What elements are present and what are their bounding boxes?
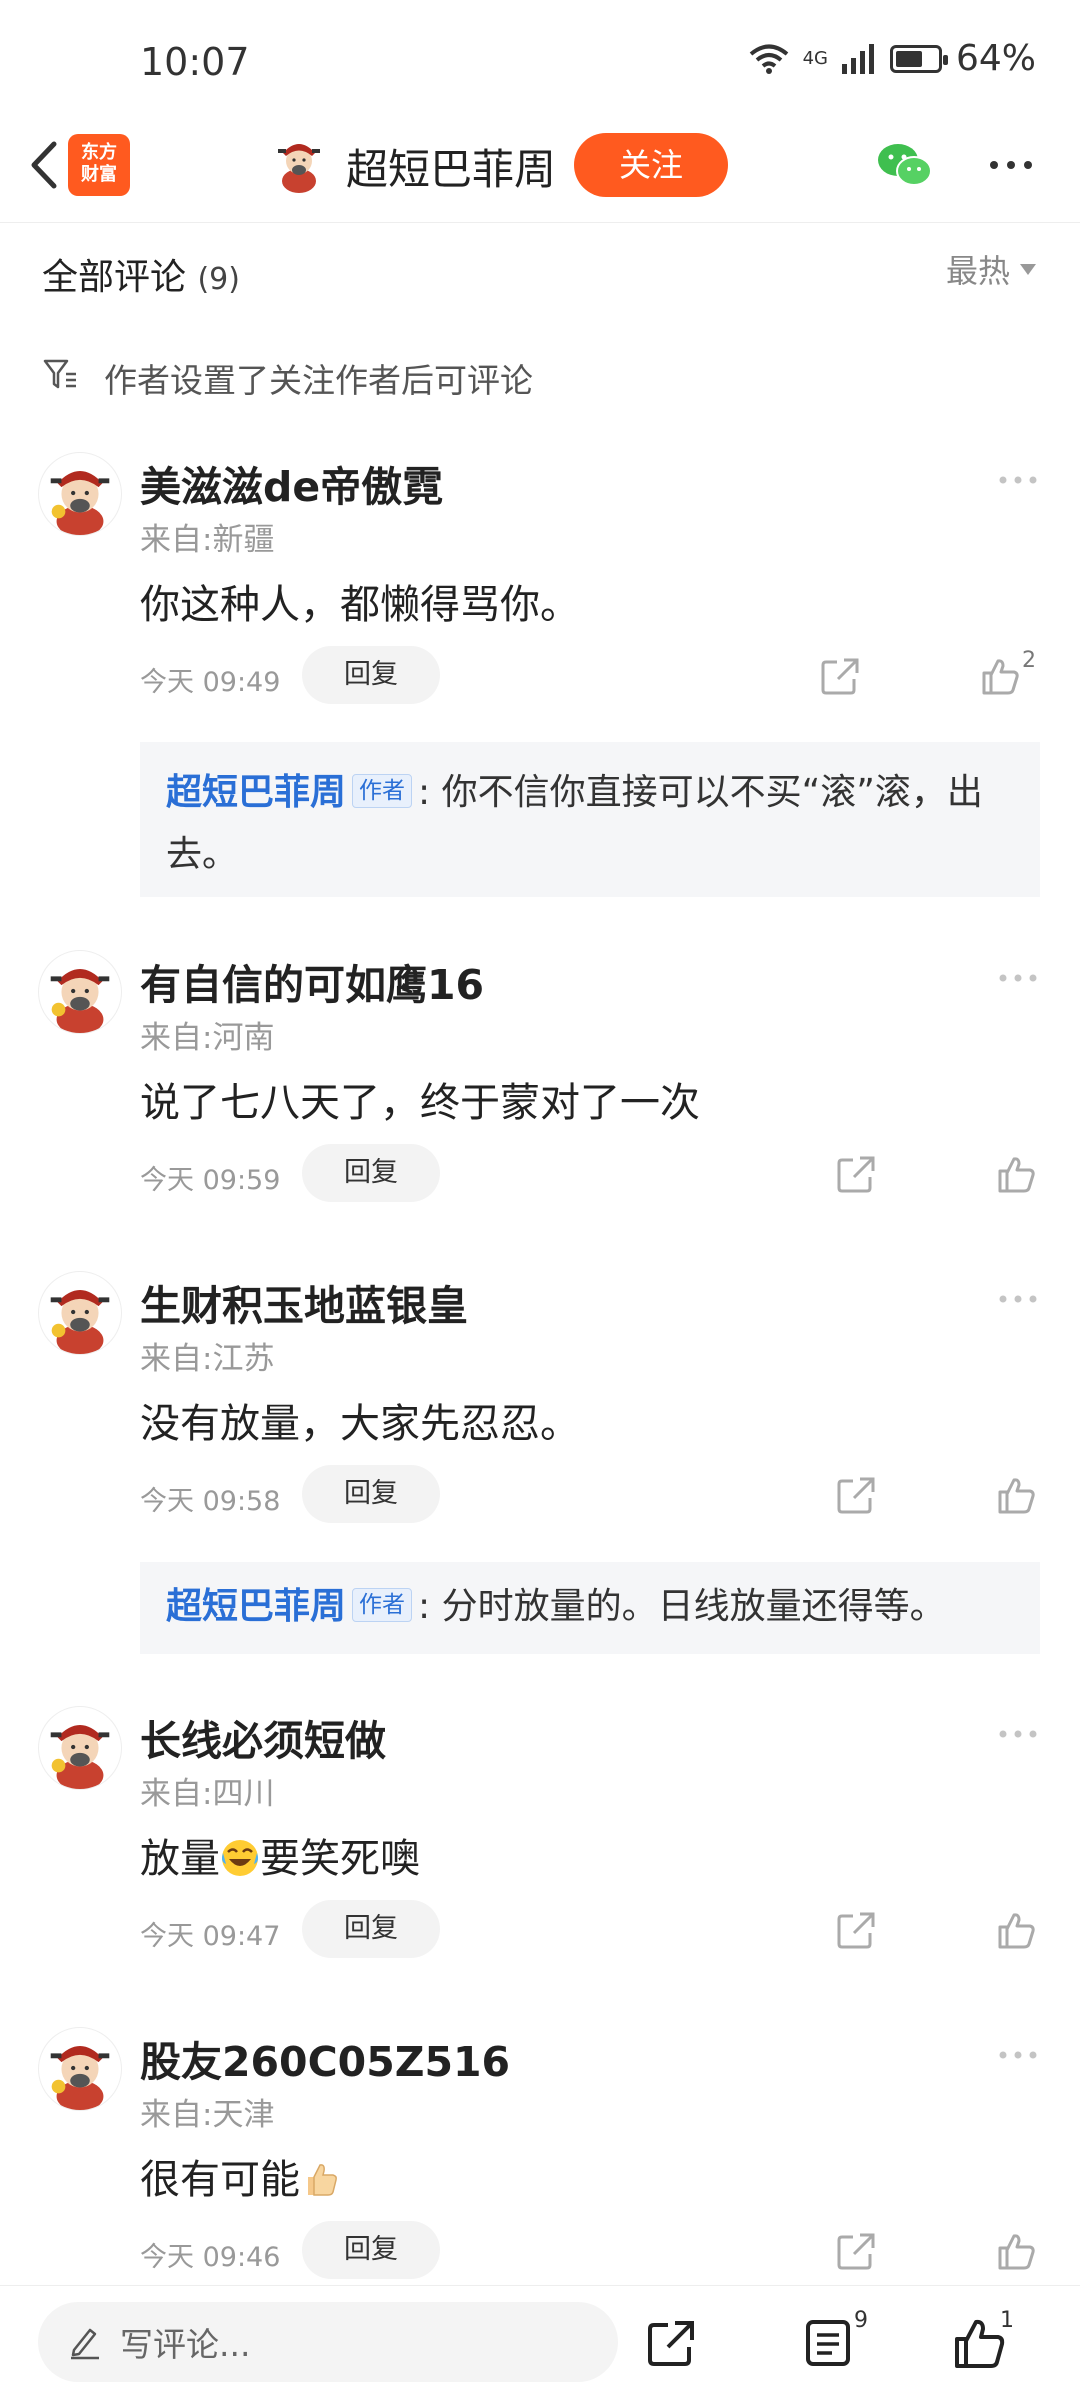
author-reply: 超短巴菲周 作者: 你不信你直接可以不买“滚”滚，出去。: [140, 742, 1040, 897]
write-comment-placeholder[interactable]: 写评论...: [120, 2318, 250, 2366]
comments-count-badge: 9: [854, 2308, 868, 2333]
comment-text-part: 很有可能: [140, 2157, 300, 2203]
like-icon[interactable]: [952, 2316, 1006, 2370]
comment-count: (9): [197, 262, 240, 297]
author-badge: 作者: [352, 774, 413, 808]
comment-text: 放量 要笑死噢: [140, 1826, 420, 1884]
author-badge: 作者: [352, 1588, 413, 1622]
share-icon[interactable]: [820, 656, 860, 696]
share-icon[interactable]: [836, 1154, 876, 1194]
status-time: 10:07: [140, 40, 250, 84]
chevron-down-icon: [1020, 263, 1036, 275]
avatar[interactable]: [38, 452, 122, 536]
comment-location: 来自:河南: [140, 1020, 275, 1056]
comment-text-part: 要笑死噢: [260, 1836, 420, 1882]
wifi-icon: [749, 44, 788, 74]
like-icon[interactable]: [996, 2231, 1036, 2271]
more-options-icon[interactable]: [986, 150, 1036, 180]
comments-list-icon[interactable]: [804, 2318, 852, 2368]
comment-time: 今天 09:49: [140, 667, 281, 698]
battery-icon: [889, 44, 948, 73]
reply-button[interactable]: 回复: [302, 2221, 440, 2279]
comment-more-icon[interactable]: [998, 2049, 1038, 2061]
avatar[interactable]: [38, 1271, 122, 1355]
sort-label: 最热: [945, 252, 1010, 290]
signal-icon: [841, 43, 874, 74]
comment-time: 今天 09:46: [140, 2242, 281, 2273]
author-avatar-icon[interactable]: [274, 137, 324, 193]
reply-button[interactable]: 回复: [302, 646, 440, 704]
comment-more-icon[interactable]: [998, 972, 1038, 984]
reply-button[interactable]: 回复: [302, 1144, 440, 1202]
comment-more-icon[interactable]: [998, 1293, 1038, 1305]
reply-author-name[interactable]: 超短巴菲周: [166, 772, 346, 813]
comment-username[interactable]: 生财积玉地蓝银皇: [140, 1272, 468, 1332]
avatar[interactable]: [38, 1706, 122, 1790]
author-reply: 超短巴菲周 作者: 分时放量的。日线放量还得等。: [140, 1562, 1040, 1654]
bottom-divider: [0, 2285, 1080, 2286]
comment-time: 今天 09:59: [140, 1165, 281, 1196]
network-type: 4G: [802, 48, 828, 69]
all-comments-label: 全部评论: [42, 257, 187, 298]
like-icon[interactable]: [996, 1154, 1036, 1194]
comment-text: 没有放量，大家先忍忍。: [140, 1401, 580, 1447]
status-icons: 4G 64%: [749, 38, 1036, 79]
thumbs-up-emoji-icon: [308, 2164, 337, 2196]
like-count: 2: [1022, 648, 1036, 673]
share-icon[interactable]: [646, 2318, 696, 2368]
share-icon[interactable]: [836, 1475, 876, 1515]
comment-username[interactable]: 长线必须短做: [140, 1707, 386, 1767]
follow-button[interactable]: 关注: [574, 133, 728, 197]
comment-text: 说了七八天了，终于蒙对了一次: [140, 1080, 700, 1126]
comment-username[interactable]: 有自信的可如鹰16: [140, 951, 484, 1011]
avatar[interactable]: [38, 2027, 122, 2111]
comment-username[interactable]: 股友260C05Z516: [140, 2028, 510, 2088]
like-icon[interactable]: [996, 1475, 1036, 1515]
logo-line-1: 东方: [81, 142, 117, 163]
comment-location: 来自:四川: [140, 1776, 275, 1812]
logo-line-2: 财富: [81, 164, 117, 185]
comment-text-part: 放量: [140, 1836, 220, 1882]
comment-more-icon[interactable]: [998, 1728, 1038, 1740]
all-comments-heading: 全部评论 (9): [42, 248, 240, 300]
wechat-icon[interactable]: [876, 142, 934, 188]
page-title: 超短巴菲周: [346, 145, 557, 194]
comment-time: 今天 09:58: [140, 1486, 281, 1517]
comment-time: 今天 09:47: [140, 1921, 281, 1952]
share-icon[interactable]: [836, 2231, 876, 2271]
battery-text: 64%: [955, 38, 1036, 79]
reply-author-name[interactable]: 超短巴菲周: [166, 1586, 346, 1627]
app-logo: 东方 财富: [68, 134, 130, 196]
like-count-badge: 1: [1000, 2308, 1014, 2333]
pencil-icon: [71, 2328, 99, 2360]
filter-icon: [43, 359, 76, 389]
comment-text: 你这种人，都懒得骂你。: [140, 582, 580, 628]
comment-more-icon[interactable]: [998, 474, 1038, 486]
header-divider: [0, 222, 1080, 223]
sort-dropdown[interactable]: 最热: [946, 246, 1036, 292]
reply-button[interactable]: 回复: [302, 1465, 440, 1523]
comment-username[interactable]: 美滋滋de帝傲霓: [140, 453, 443, 513]
comment-location: 来自:江苏: [140, 1341, 275, 1377]
share-icon[interactable]: [836, 1910, 876, 1950]
laughing-tears-emoji-icon: [222, 1840, 258, 1876]
back-icon[interactable]: [18, 130, 68, 200]
avatar[interactable]: [38, 950, 122, 1034]
reply-button[interactable]: 回复: [302, 1900, 440, 1958]
like-icon[interactable]: [980, 656, 1020, 696]
comment-location: 来自:新疆: [140, 522, 275, 558]
like-icon[interactable]: [996, 1910, 1036, 1950]
comment-location: 来自:天津: [140, 2097, 275, 2133]
comment-text: 很有可能: [140, 2147, 340, 2205]
comment-restriction-notice: 作者设置了关注作者后可评论: [104, 361, 533, 400]
battery-fill: [895, 50, 922, 67]
reply-text: : 分时放量的。日线放量还得等。: [418, 1586, 946, 1627]
